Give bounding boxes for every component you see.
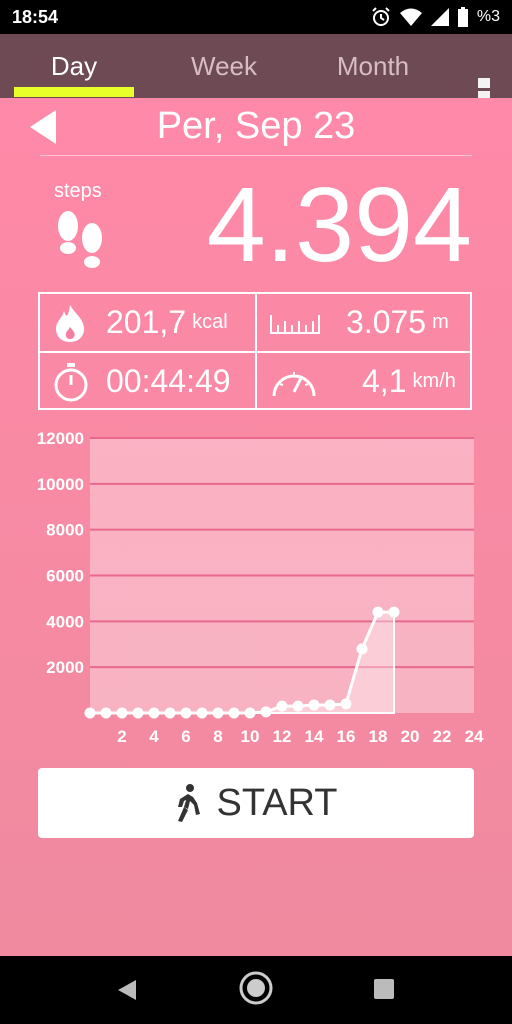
steps-label: steps — [54, 180, 102, 202]
chart-point — [84, 707, 96, 719]
x-tick-label: 16 — [337, 727, 356, 746]
calories-cell: 201,7 kcal — [52, 294, 252, 351]
status-icons: %3 — [371, 7, 500, 27]
x-tick-label: 22 — [433, 727, 452, 746]
y-tick-label: 10000 — [37, 475, 84, 494]
tab-month[interactable]: Month — [312, 34, 434, 98]
start-label: START — [216, 781, 338, 824]
chart-point — [116, 707, 128, 719]
alarm-icon — [372, 7, 390, 26]
battery-icon — [457, 7, 468, 27]
y-tick-label: 4000 — [46, 612, 84, 631]
chart-point — [228, 707, 240, 719]
ruler-icon — [270, 314, 320, 334]
calories-unit: kcal — [192, 311, 228, 333]
duration-cell: 00:44:49 — [52, 353, 252, 410]
x-tick-label: 12 — [273, 727, 292, 746]
speed-value: 4,1 — [362, 363, 407, 399]
active-tab-indicator — [14, 87, 134, 97]
x-tick-label: 6 — [181, 727, 190, 746]
steps-chart-svg: 200040006000800010000120002 4 6 8 10 12 14 16 18… — [37, 429, 484, 746]
chart-point — [308, 699, 320, 711]
chart-point — [276, 700, 288, 712]
y-tick-label: 8000 — [46, 521, 84, 540]
date-title: Per, Sep 23 — [156, 105, 356, 147]
x-tick-label: 10 — [241, 727, 260, 746]
distance-unit: m — [432, 311, 449, 333]
steps-count: 4.394 — [206, 166, 472, 284]
chart-point — [292, 700, 304, 712]
chart-point — [100, 707, 112, 719]
x-tick-label: 24 — [465, 727, 484, 746]
distance-value: 3.075 — [346, 304, 427, 340]
start-button[interactable]: START — [38, 768, 474, 838]
duration-value: 00:44:49 — [106, 363, 231, 399]
status-bar: 18:54 %3 — [0, 0, 512, 34]
distance-cell: 3.075 m — [270, 294, 470, 351]
signal-icon — [430, 8, 449, 26]
calories-value: 201,7 — [106, 304, 187, 340]
x-tick-label: 14 — [305, 727, 324, 746]
chart-point — [196, 707, 208, 719]
home-icon[interactable] — [239, 971, 273, 1005]
flame-icon — [56, 304, 84, 342]
x-tick-label: 4 — [149, 727, 159, 746]
speed-unit: km/h — [412, 370, 456, 392]
speedometer-icon — [272, 371, 316, 396]
speed-cell: 4,1 km/h — [270, 353, 470, 410]
battery-level: %3 — [476, 8, 500, 25]
chart-point — [148, 707, 160, 719]
wifi-icon — [399, 8, 422, 26]
main-content: Per, Sep 23 steps 4.394 201,7 kcal 3.075… — [0, 98, 512, 956]
chart-point — [324, 699, 336, 711]
x-tick-label: 2 — [117, 727, 126, 746]
footprints-icon — [58, 211, 102, 268]
x-tick-label: 20 — [401, 727, 420, 746]
chart-point — [372, 606, 384, 618]
steps-chart: 2000 4000 6000 8000 10000 12000 2 4 6 8 10 12 14 16 18… — [0, 428, 512, 758]
y-tick-label: 2000 — [46, 658, 84, 677]
chart-point — [244, 707, 256, 719]
status-time: 18:54 — [12, 6, 59, 27]
tab-week[interactable]: Week — [164, 34, 284, 98]
navigation-bar — [0, 956, 512, 1024]
stats-grid: 201,7 kcal 3.075 m 00:44:49 4,1 km/h — [38, 292, 472, 410]
walking-person-icon — [178, 784, 201, 822]
chart-point — [356, 643, 368, 655]
back-icon[interactable] — [116, 978, 138, 1002]
chart-point — [340, 698, 352, 710]
chart-point — [132, 707, 144, 719]
chart-point — [212, 707, 224, 719]
date-row: Per, Sep 23 — [0, 98, 512, 156]
y-tick-label: 6000 — [46, 567, 84, 586]
x-tick-label: 18 — [369, 727, 388, 746]
recents-icon[interactable] — [373, 978, 395, 1000]
y-tick-label: 12000 — [37, 429, 84, 448]
stopwatch-icon — [54, 362, 88, 401]
chart-point — [180, 707, 192, 719]
x-tick-label: 8 — [213, 727, 222, 746]
chart-point — [388, 606, 400, 618]
chart-point — [164, 707, 176, 719]
chart-point — [260, 706, 272, 718]
divider — [40, 155, 472, 156]
